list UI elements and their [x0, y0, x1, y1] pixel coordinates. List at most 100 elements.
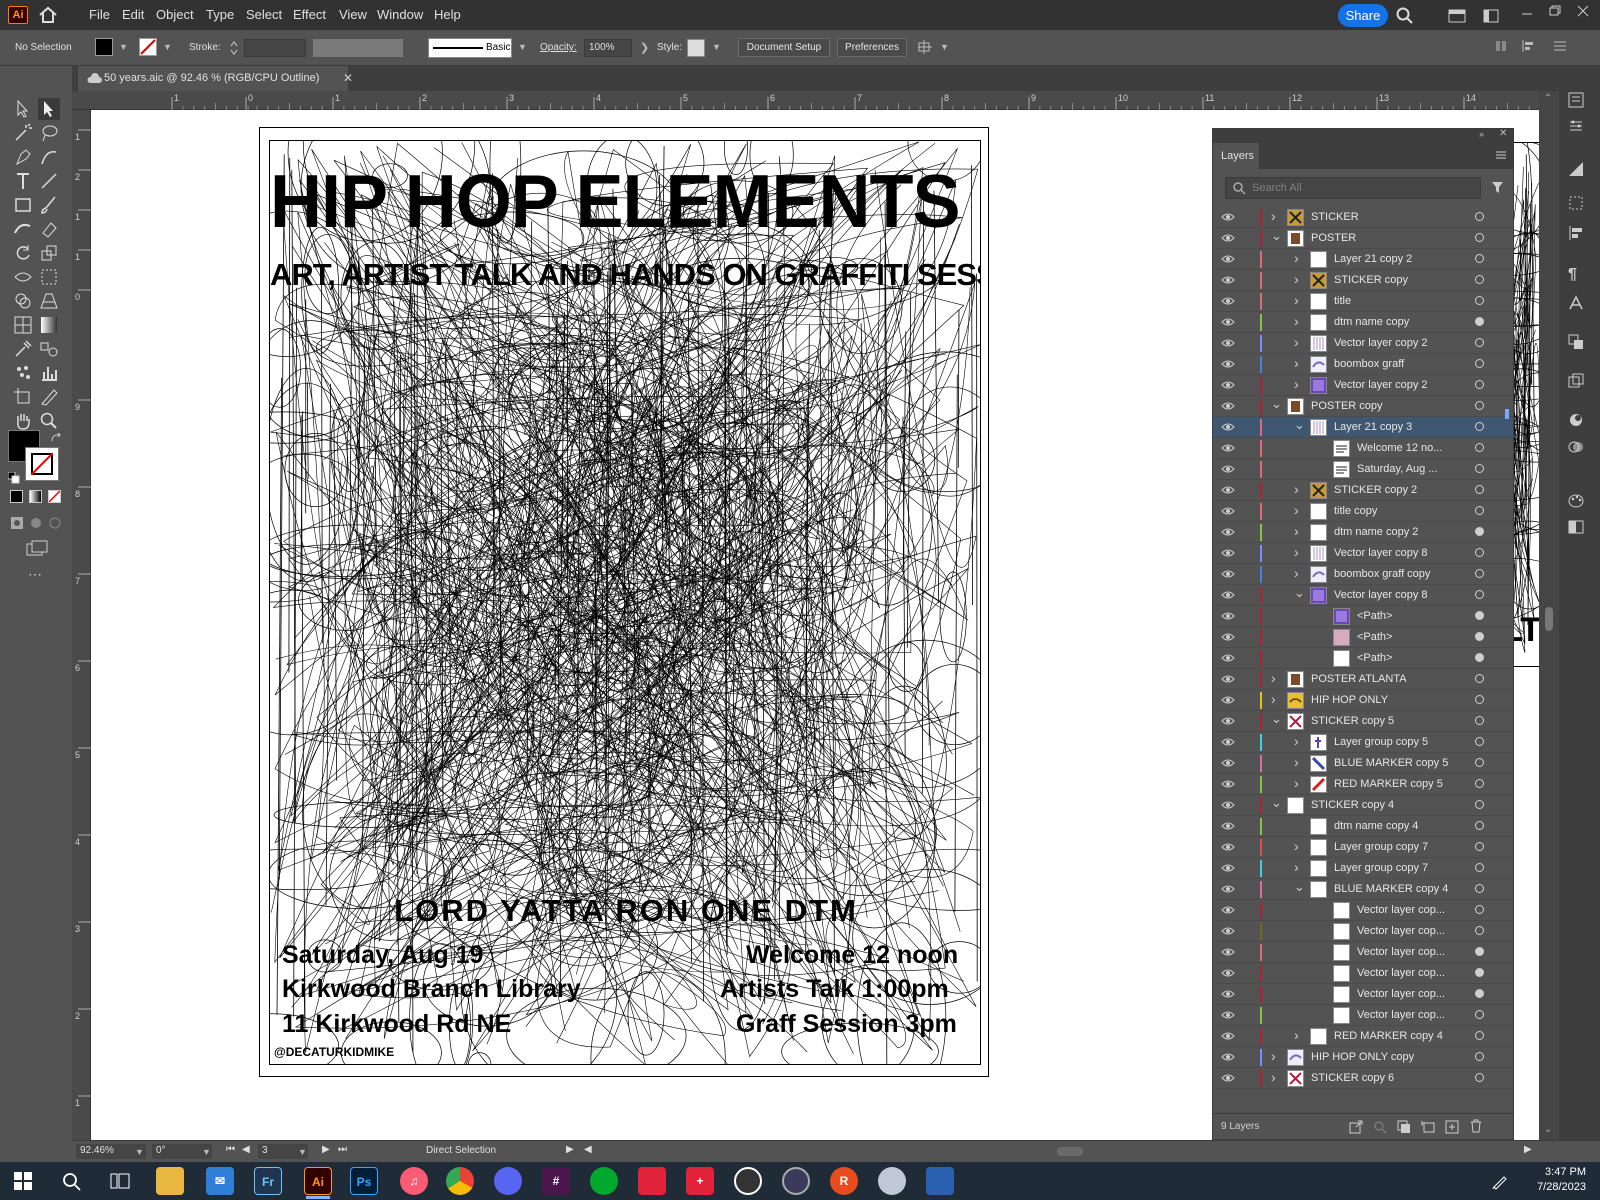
- target-circle-icon[interactable]: [1475, 737, 1484, 746]
- properties-panel-icon[interactable]: [1567, 91, 1585, 109]
- target-circle-icon[interactable]: [1475, 317, 1484, 326]
- visibility-eye-icon[interactable]: [1221, 506, 1235, 516]
- home-icon[interactable]: [38, 6, 58, 24]
- layer-row[interactable]: › Vector layer copy 2: [1213, 333, 1513, 354]
- layer-row[interactable]: ⌄ POSTER copy: [1213, 396, 1513, 417]
- illustrator-icon[interactable]: Ai: [304, 1167, 332, 1195]
- column-graph-icon[interactable]: [38, 362, 60, 384]
- expand-chevron-icon[interactable]: ›: [1294, 502, 1299, 518]
- target-circle-icon[interactable]: [1475, 905, 1484, 914]
- visibility-eye-icon[interactable]: [1221, 926, 1235, 936]
- layers-tab[interactable]: Layers: [1213, 143, 1259, 169]
- app-icon-blue[interactable]: [926, 1167, 954, 1195]
- target-circle-icon[interactable]: [1475, 632, 1484, 641]
- color-mode-icon[interactable]: [10, 490, 23, 503]
- layer-name[interactable]: Vector layer cop...: [1357, 967, 1445, 979]
- layer-name[interactable]: POSTER ATLANTA: [1311, 673, 1407, 685]
- collapse-chevron-icon[interactable]: ⌄: [1271, 795, 1282, 811]
- visibility-eye-icon[interactable]: [1221, 1052, 1235, 1062]
- draw-behind-icon[interactable]: [29, 516, 43, 530]
- layer-name[interactable]: RED MARKER copy 4: [1334, 1030, 1443, 1042]
- target-circle-icon[interactable]: [1475, 359, 1484, 368]
- music-icon[interactable]: ♫: [400, 1167, 428, 1195]
- poster-talk-time[interactable]: Artists Talk 1:00pm: [720, 975, 949, 1004]
- layer-row[interactable]: Vector layer cop...: [1213, 1005, 1513, 1026]
- layer-row[interactable]: ⌄ Layer 21 copy 3: [1213, 417, 1513, 438]
- target-circle-icon[interactable]: [1475, 653, 1484, 662]
- visibility-eye-icon[interactable]: [1221, 254, 1235, 264]
- mail-icon[interactable]: ✉: [206, 1167, 234, 1195]
- layer-row[interactable]: › STICKER copy: [1213, 270, 1513, 291]
- locate-object-icon[interactable]: [1373, 1120, 1387, 1134]
- layer-row[interactable]: ⌄ BLUE MARKER copy 4: [1213, 879, 1513, 900]
- expand-chevron-icon[interactable]: ›: [1294, 355, 1299, 371]
- layer-row[interactable]: › HIP HOP ONLY: [1213, 690, 1513, 711]
- layer-row[interactable]: ⌄ Vector layer copy 8: [1213, 585, 1513, 606]
- transparency-panel-icon[interactable]: [1567, 438, 1585, 456]
- tab-close-icon[interactable]: ✕: [343, 71, 353, 85]
- poster-date[interactable]: Saturday, Aug 19: [282, 941, 483, 970]
- opacity-expand-icon[interactable]: ❯: [640, 41, 649, 54]
- selection-tool-icon[interactable]: [12, 98, 34, 120]
- visibility-eye-icon[interactable]: [1221, 422, 1235, 432]
- new-layer-icon[interactable]: [1445, 1120, 1459, 1134]
- target-circle-icon[interactable]: [1475, 947, 1484, 956]
- visibility-eye-icon[interactable]: [1221, 968, 1235, 978]
- visibility-eye-icon[interactable]: [1221, 905, 1235, 915]
- layer-name[interactable]: STICKER copy 2: [1334, 484, 1417, 496]
- menu-effect[interactable]: Effect: [293, 7, 326, 22]
- character-panel-icon[interactable]: [1567, 294, 1585, 312]
- layer-name[interactable]: Layer 21 copy 3: [1334, 421, 1412, 433]
- collapse-chevron-icon[interactable]: ⌄: [1271, 228, 1282, 244]
- layer-name[interactable]: POSTER: [1311, 232, 1356, 244]
- layer-row[interactable]: Vector layer cop...: [1213, 900, 1513, 921]
- horizontal-scroll-thumb[interactable]: [1057, 1147, 1083, 1156]
- collapse-chevron-icon[interactable]: ⌄: [1294, 417, 1305, 433]
- layer-row[interactable]: › title: [1213, 291, 1513, 312]
- visibility-eye-icon[interactable]: [1221, 212, 1235, 222]
- poster-welcome-time[interactable]: Welcome 12 noon: [746, 941, 958, 970]
- make-clipping-mask-icon[interactable]: [1397, 1120, 1411, 1134]
- target-circle-icon[interactable]: [1475, 695, 1484, 704]
- rotation-dropdown-icon[interactable]: ▼: [202, 1147, 211, 1157]
- layer-row[interactable]: Vector layer cop...: [1213, 963, 1513, 984]
- visibility-eye-icon[interactable]: [1221, 884, 1235, 894]
- scroll-up-icon[interactable]: ⌃: [1544, 93, 1552, 104]
- target-circle-icon[interactable]: [1475, 401, 1484, 410]
- poster-credit[interactable]: @DECATURKIDMIKE: [274, 1045, 394, 1059]
- layer-row[interactable]: › STICKER: [1213, 207, 1513, 228]
- app-icon-circle[interactable]: [782, 1167, 810, 1195]
- layer-name[interactable]: POSTER copy: [1311, 400, 1383, 412]
- visibility-eye-icon[interactable]: [1221, 737, 1235, 747]
- visibility-eye-icon[interactable]: [1221, 674, 1235, 684]
- layer-name[interactable]: STICKER copy 4: [1311, 799, 1394, 811]
- visibility-eye-icon[interactable]: [1221, 821, 1235, 831]
- expand-chevron-icon[interactable]: ›: [1294, 859, 1299, 875]
- target-circle-icon[interactable]: [1475, 590, 1484, 599]
- target-circle-icon[interactable]: [1475, 1031, 1484, 1040]
- document-setup-button[interactable]: Document Setup: [738, 38, 830, 57]
- export-icon[interactable]: [1349, 1120, 1363, 1134]
- draw-normal-icon[interactable]: [10, 516, 24, 530]
- visibility-eye-icon[interactable]: [1221, 548, 1235, 558]
- visibility-eye-icon[interactable]: [1221, 380, 1235, 390]
- draw-inside-icon[interactable]: [48, 516, 62, 530]
- menu-type[interactable]: Type: [206, 7, 234, 22]
- stroke-weight-input[interactable]: [244, 39, 306, 57]
- layer-name[interactable]: BLUE MARKER copy 4: [1334, 883, 1448, 895]
- layer-name[interactable]: dtm name copy 2: [1334, 526, 1418, 538]
- delete-layer-icon[interactable]: [1469, 1119, 1483, 1133]
- poster-outline-artwork[interactable]: HIP HOP ELEMENTS ONE ART, ARTIST TALK AN…: [269, 140, 981, 1065]
- prev-artboard-icon[interactable]: ◀: [242, 1144, 250, 1155]
- align-icon[interactable]: [1494, 39, 1508, 53]
- layer-name[interactable]: STICKER copy 5: [1311, 715, 1394, 727]
- share-button[interactable]: Share: [1338, 4, 1388, 27]
- target-circle-icon[interactable]: [1475, 1052, 1484, 1061]
- layer-row[interactable]: › title copy: [1213, 501, 1513, 522]
- layer-name[interactable]: <Path>: [1357, 631, 1392, 643]
- line-tool-icon[interactable]: [38, 170, 60, 192]
- chrome-icon[interactable]: [446, 1167, 474, 1195]
- arrange-documents-icon[interactable]: [917, 39, 933, 55]
- visibility-eye-icon[interactable]: [1221, 758, 1235, 768]
- symbol-sprayer-icon[interactable]: [12, 362, 34, 384]
